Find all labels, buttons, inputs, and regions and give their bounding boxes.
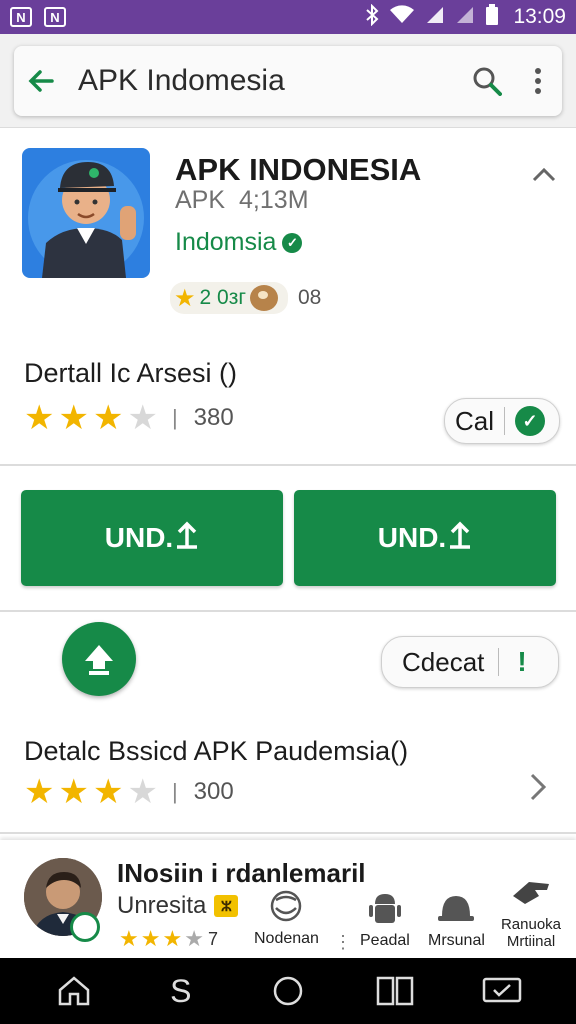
badge-text: 2 0зг	[199, 286, 246, 309]
bluetooth-icon	[365, 3, 379, 31]
star-rating: ★ ★ ★ ★ | 300	[24, 773, 234, 811]
rating-badge: ★ 2 0зг	[170, 282, 288, 314]
bottom-panel: INosiin i rdanlemaril Unresita ⵣ ★ ★ ★ ★…	[0, 840, 576, 958]
section-title: Dertall Ic Arsesi ()	[24, 358, 238, 388]
signal-icon	[455, 5, 475, 30]
search-icon[interactable]	[470, 66, 504, 96]
install-button[interactable]: UND.	[294, 490, 556, 586]
user-rating-count: 7	[207, 928, 218, 949]
system-nav-bar: S	[0, 958, 576, 1024]
more-options-icon[interactable]	[526, 68, 550, 94]
keyboard-icon[interactable]	[477, 966, 527, 1016]
star-icon: ★	[58, 399, 89, 437]
user-sub: Unresita	[117, 892, 207, 919]
wifi-icon	[389, 4, 415, 30]
s-icon[interactable]: S	[156, 966, 206, 1016]
cdecat-button[interactable]: Cdecat !	[381, 636, 559, 688]
badge-row: ★ 2 0зг 08	[170, 282, 321, 314]
user-subtitle: Unresita ⵣ	[117, 892, 239, 920]
category-mrsunal[interactable]: Mrsunal	[428, 890, 485, 950]
user-rating: ★ ★ ★ ★ 7	[119, 926, 218, 952]
back-arrow-icon[interactable]	[28, 70, 56, 92]
details-section: Dertall Ic Arsesi () ★ ★ ★ ★ | 380 Cal ✓	[0, 338, 576, 466]
category-peadal[interactable]: Peadal	[360, 890, 410, 950]
star-icon: ★	[24, 399, 55, 437]
app-meta: APK 4;13M	[175, 186, 309, 215]
face-mask-icon	[271, 890, 302, 922]
star-rating: ★ ★ ★ ★ | 380	[24, 399, 234, 437]
upload-fab[interactable]	[62, 622, 136, 696]
star-empty-icon: ★	[127, 773, 158, 811]
install-label: UND.	[104, 522, 174, 553]
recent-apps-icon[interactable]	[370, 966, 420, 1016]
star-icon: ★	[92, 773, 124, 811]
chevron-right-icon[interactable]	[528, 772, 548, 802]
status-bar: N N 13:09	[0, 0, 576, 34]
exclamation-icon: !	[517, 646, 527, 677]
star-icon: ★	[119, 926, 139, 951]
notification-icon: N	[10, 7, 32, 27]
star-icon: ★	[58, 773, 89, 811]
category-ranuoka[interactable]: Ranuoka Mrtiinal	[496, 876, 566, 950]
star-icon: ★	[174, 284, 196, 312]
badge-count: 08	[298, 286, 322, 309]
bell-icon	[438, 896, 475, 921]
star-icon: ★	[140, 926, 161, 951]
pill-label: Cal	[455, 405, 495, 436]
verified-check-icon: ✓	[282, 232, 303, 253]
rating-count: 300	[193, 778, 234, 805]
upload-icon	[175, 520, 199, 557]
pill-label: Cdecat	[402, 646, 485, 677]
clock: 13:09	[513, 5, 566, 28]
check-icon: ✓	[515, 406, 546, 436]
app-type: APK	[175, 186, 226, 214]
star-half-icon: ★	[184, 926, 204, 951]
section-title: Detalc Bssicd APK Paudemsia()	[24, 736, 409, 766]
search-query[interactable]: APK Indomesia	[78, 64, 285, 98]
notification-icon: N	[44, 7, 66, 27]
details-section-2: Cdecat ! Detalc Bssicd APK Paudemsia() ★…	[0, 612, 576, 834]
rating-count: 380	[193, 404, 234, 431]
tag-icon: ⵣ	[214, 895, 239, 917]
hand-icon	[513, 882, 549, 904]
home-icon[interactable]	[49, 966, 99, 1016]
app-icon	[22, 148, 150, 278]
upload-icon	[448, 520, 472, 557]
chevron-up-icon[interactable]	[530, 164, 558, 184]
avatar-badge	[70, 912, 100, 942]
star-icon: ★	[92, 399, 124, 437]
battery-icon	[485, 3, 499, 31]
search-bar[interactable]: APK Indomesia	[14, 46, 562, 116]
install-section: UND. UND.	[0, 466, 576, 612]
developer-link[interactable]: Indomsia ✓	[175, 228, 303, 257]
cookie-icon	[250, 285, 278, 311]
star-icon: ★	[24, 773, 55, 811]
cal-button[interactable]: Cal ✓	[444, 398, 560, 444]
android-icon	[368, 894, 401, 923]
app-bar: APK Indomesia	[0, 34, 576, 128]
user-name: INosiin i rdanlemaril	[117, 858, 366, 888]
category-nodenan[interactable]: Nodenan	[254, 890, 319, 948]
star-icon: ★	[162, 926, 183, 951]
app-header: APK INDONESIA APK 4;13M Indomsia ✓ ★ 2 0з…	[0, 128, 576, 338]
circle-icon[interactable]	[263, 966, 313, 1016]
install-label: UND.	[377, 522, 447, 553]
star-empty-icon: ★	[127, 399, 158, 437]
signal-icon	[425, 5, 445, 30]
app-name: APK INDONESIA	[175, 152, 422, 187]
developer-name: Indomsia	[175, 228, 277, 256]
install-button[interactable]: UND.	[21, 490, 283, 586]
app-size: 4;13M	[239, 186, 309, 214]
